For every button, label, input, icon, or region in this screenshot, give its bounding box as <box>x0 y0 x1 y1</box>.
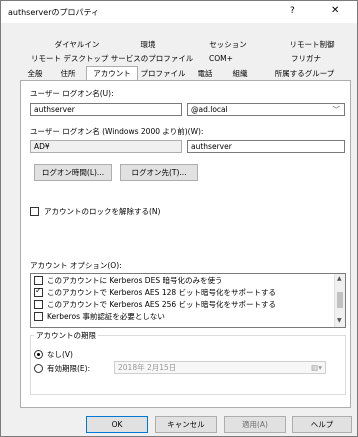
options-scrollbar[interactable]: ▲ ▼ <box>334 274 345 327</box>
properties-window: authserverのプロパティ ? ✕ ダイヤルイン 環境 セッション リモー… <box>0 0 358 437</box>
end-of-label: 有効期限(E): <box>47 364 91 373</box>
ok-button[interactable]: OK <box>86 416 148 433</box>
apply-button[interactable]: 適用(A) <box>224 416 286 433</box>
unlock-checkbox[interactable] <box>30 207 39 216</box>
tab-environment[interactable]: 環境 <box>113 39 183 51</box>
end-date-picker: 2018年 2月15日 ▥▾ <box>114 361 326 374</box>
account-options-list[interactable]: このアカウントに Kerberos DES 暗号化のみを使う このアカウントで … <box>30 273 346 328</box>
logon-hours-button[interactable]: ログオン時間(L)... <box>34 164 112 181</box>
tab-general[interactable]: 全般 <box>20 68 50 80</box>
option-checkbox[interactable] <box>34 312 43 321</box>
logon-to-button[interactable]: ログオン先(T)... <box>120 164 198 181</box>
option-label: Kerberos 事前認証を必要としない <box>47 312 165 321</box>
help-button[interactable]: ヘルプ <box>292 416 352 433</box>
tab-telephones[interactable]: 電話 <box>188 68 222 80</box>
option-checkbox[interactable] <box>34 286 43 297</box>
tab-dialin[interactable]: ダイヤルイン <box>41 39 113 51</box>
option-label: このアカウントに Kerberos DES 暗号化のみを使う <box>47 276 223 285</box>
domain-select[interactable]: @ad.local ﹀ <box>187 103 345 116</box>
scroll-up-icon[interactable]: ▲ <box>337 275 342 282</box>
option-label: このアカウントで Kerberos AES 128 ビット暗号化をサポートする <box>47 288 277 297</box>
never-radio[interactable] <box>34 350 43 359</box>
pre2000-label: ユーザー ログオン名 (Windows 2000 より前)(W): <box>30 127 204 136</box>
chevron-down-icon: ﹀ <box>332 105 341 114</box>
pre2000-user-input[interactable]: authserver <box>187 140 345 153</box>
title-bar: authserverのプロパティ ? ✕ <box>1 1 357 23</box>
calendar-icon: ▥▾ <box>311 363 322 372</box>
option-checkbox[interactable] <box>34 276 43 285</box>
window-title: authserverのプロパティ <box>8 8 100 17</box>
scroll-thumb[interactable] <box>337 292 343 308</box>
unlock-label: アカウントのロックを解除する(N) <box>44 207 161 216</box>
tab-row-1: ダイヤルイン 環境 セッション リモート制御 <box>41 39 351 51</box>
account-options-label: アカウント オプション(O): <box>30 261 122 270</box>
end-of-radio[interactable] <box>34 364 43 373</box>
logon-name-input[interactable]: authserver <box>30 103 182 116</box>
logon-name-label: ユーザー ログオン名(U): <box>30 89 114 98</box>
cancel-button[interactable]: キャンセル <box>155 416 217 433</box>
tab-address[interactable]: 住所 <box>50 68 86 80</box>
tab-profile[interactable]: プロファイル <box>138 68 188 80</box>
tab-furigana[interactable]: フリガナ <box>261 53 351 65</box>
tab-row-2: リモート デスクトップ サービスのプロファイル COM+ フリガナ <box>31 53 351 65</box>
end-date-value: 2018年 2月15日 <box>118 363 177 372</box>
tab-organization[interactable]: 組織 <box>222 68 258 80</box>
pre2000-domain-field: AD¥ <box>30 140 182 153</box>
tab-sessions[interactable]: セッション <box>183 39 273 51</box>
option-label: このアカウントで Kerberos AES 256 ビット暗号化をサポートする <box>47 300 277 309</box>
domain-select-value: @ad.local <box>191 105 228 114</box>
never-label: なし(V) <box>47 350 73 359</box>
help-icon[interactable]: ? <box>290 6 295 16</box>
tab-remote-control[interactable]: リモート制御 <box>273 39 351 51</box>
tab-member-of[interactable]: 所属するグループ <box>258 68 351 80</box>
tab-row-3: 全般 住所 アカウント プロファイル 電話 組織 所属するグループ <box>20 66 351 80</box>
tab-rds-profile[interactable]: リモート デスクトップ サービスのプロファイル <box>31 53 193 65</box>
tab-account[interactable]: アカウント <box>86 66 138 80</box>
tab-com-plus[interactable]: COM+ <box>181 53 261 65</box>
account-expires-label: アカウントの期限 <box>34 330 98 341</box>
scroll-down-icon[interactable]: ▼ <box>337 317 342 324</box>
option-checkbox[interactable] <box>34 300 43 309</box>
close-icon[interactable]: ✕ <box>331 5 339 16</box>
